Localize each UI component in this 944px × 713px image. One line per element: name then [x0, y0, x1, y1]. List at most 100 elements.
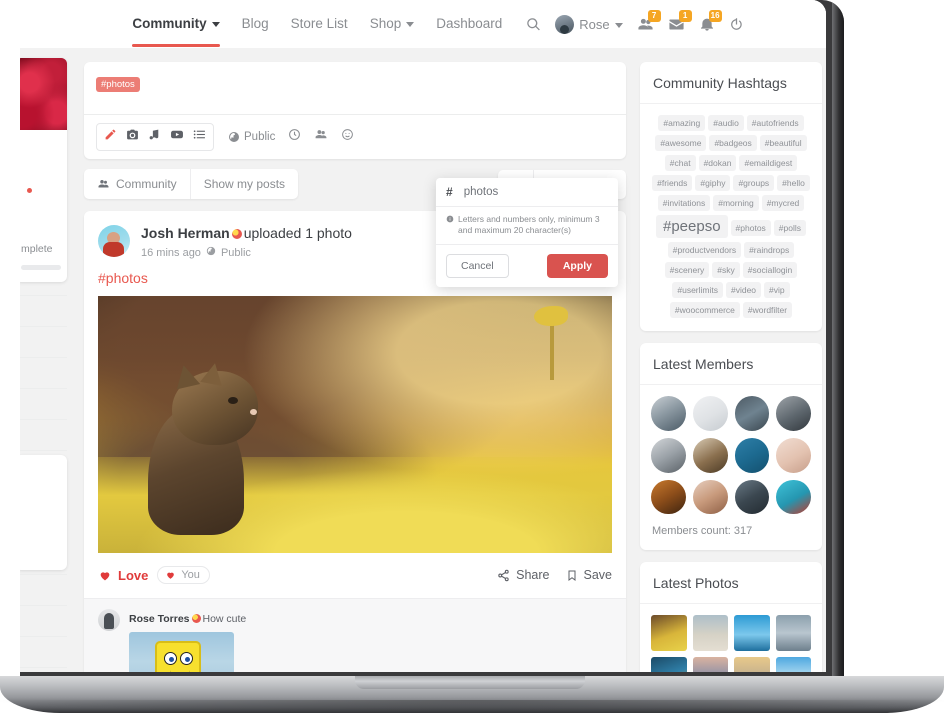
member-avatar[interactable] [651, 479, 686, 515]
music-icon[interactable] [148, 128, 161, 146]
post-title-line: Josh Herman uploaded 1 photo [141, 225, 352, 243]
hashtag-chip[interactable]: #woocommerce [669, 302, 740, 318]
hashtag-chip[interactable]: #mycred [761, 195, 805, 211]
apply-button[interactable]: Apply [546, 253, 608, 278]
member-avatar[interactable] [692, 396, 728, 431]
composer-tag-chip[interactable]: #photos [96, 77, 140, 92]
hashtag-chip[interactable]: #productvendors [667, 242, 742, 258]
left-partial-text: mplete [21, 243, 53, 255]
tab-community-label: Community [116, 177, 177, 191]
hashtag-chip[interactable]: #sky [712, 262, 740, 278]
tab-show-my-posts-label: Show my posts [203, 177, 286, 191]
pencil-icon[interactable] [104, 128, 117, 146]
messages-button[interactable]: 1 [668, 9, 692, 33]
save-button[interactable]: Save [566, 568, 613, 582]
hashtag-chip[interactable]: #morning [713, 195, 759, 211]
nav-item-shop-label: Shop [369, 16, 402, 31]
hashtag-hint-text: Letters and numbers only, minimum 3 and … [458, 214, 600, 236]
nav-item-shop[interactable]: Shop [370, 2, 415, 46]
emoji-icon[interactable] [341, 128, 354, 146]
hashtag-chip[interactable]: #beautiful [759, 135, 807, 151]
comment-gif[interactable] [129, 632, 234, 672]
nav-item-store-list[interactable]: Store List [291, 2, 348, 46]
reacted-you-chip[interactable]: You [157, 566, 210, 584]
photo-thumbnail[interactable] [734, 656, 770, 672]
hashtag-chip[interactable]: #emaildigest [739, 155, 798, 171]
user-menu[interactable]: Rose [555, 14, 623, 34]
photo-thumbnail[interactable] [651, 656, 687, 672]
members-count-label: Members count: 317 [652, 525, 753, 538]
save-label: Save [583, 568, 613, 582]
clock-icon[interactable] [288, 128, 301, 146]
photo-thumbnail[interactable] [692, 656, 728, 672]
photo-thumbnail[interactable] [734, 615, 770, 651]
comment-author[interactable]: Rose Torres [129, 613, 190, 625]
camera-icon[interactable] [126, 128, 139, 146]
cancel-button[interactable]: Cancel [446, 253, 509, 278]
member-avatar[interactable] [776, 396, 811, 431]
member-avatar[interactable] [734, 396, 770, 431]
member-avatar[interactable] [734, 437, 770, 473]
hashtag-chip[interactable]: #scenery [664, 262, 710, 278]
nav-item-dashboard[interactable]: Dashboard [436, 2, 502, 46]
tab-show-my-posts[interactable]: Show my posts [189, 169, 298, 199]
member-avatar[interactable] [692, 437, 728, 473]
hashtag-chip[interactable]: #peepso [655, 215, 728, 238]
photo-thumbnail[interactable] [692, 615, 728, 651]
hashtag-chip[interactable]: #chat [664, 155, 696, 171]
member-avatar[interactable] [776, 479, 811, 515]
share-button[interactable]: Share [497, 568, 550, 582]
hashtag-input-row[interactable]: # photos [436, 178, 618, 207]
video-icon[interactable] [170, 128, 184, 146]
member-avatar[interactable] [651, 437, 686, 473]
hashtag-chip[interactable]: #vip [764, 282, 790, 298]
laptop-base-notch [355, 676, 585, 689]
hashtag-chip[interactable]: #autofriends [746, 115, 804, 131]
photo-thumbnail[interactable] [775, 656, 811, 672]
notifications-button[interactable]: 16 [699, 10, 722, 32]
hashtag-chip[interactable]: #raindrops [744, 242, 795, 258]
member-avatar[interactable] [734, 479, 770, 515]
hashtag-chip[interactable]: #polls [773, 220, 807, 236]
tab-community[interactable]: Community [84, 169, 190, 199]
privacy-selector[interactable]: Public [228, 131, 275, 143]
post-author-name[interactable]: Josh Herman [141, 225, 230, 241]
nav-item-community[interactable]: Community [132, 2, 220, 47]
hashtag-chip[interactable]: #invitations [657, 195, 711, 211]
list-icon[interactable] [193, 128, 206, 146]
friends-button[interactable]: 7 [637, 9, 661, 33]
post-photo[interactable] [98, 296, 612, 553]
hashtag-chip[interactable]: #sociallogin [742, 262, 798, 278]
avatar[interactable] [98, 609, 120, 631]
hashtag-chip[interactable]: #awesome [655, 135, 707, 151]
hashtag-chip[interactable]: #photos [730, 220, 771, 236]
hashtag-chip[interactable]: #hello [777, 175, 810, 191]
hashtag-chip[interactable]: #userlimits [672, 282, 723, 298]
hashtag-chip[interactable]: #video [725, 282, 762, 298]
hashtag-chip[interactable]: #amazing [658, 115, 706, 131]
hashtag-chip[interactable]: #giphy [695, 175, 731, 191]
nav-item-blog[interactable]: Blog [242, 2, 269, 46]
composer-meta: Public [228, 128, 354, 146]
love-button[interactable]: Love [98, 568, 148, 583]
comment-text: How cute [202, 613, 247, 625]
hashtag-chip[interactable]: #badgeos [709, 135, 757, 151]
photo-thumbnail[interactable] [775, 615, 811, 651]
power-icon[interactable] [729, 17, 744, 32]
friends-badge: 7 [647, 9, 661, 22]
post-privacy-label: Public [220, 246, 251, 259]
hashtag-chip[interactable]: #friends [652, 175, 693, 191]
hashtag-chip[interactable]: #dokan [698, 155, 737, 171]
group-icon[interactable] [314, 128, 328, 146]
hashtag-chip[interactable]: #wordfilter [742, 302, 793, 318]
member-avatar[interactable] [776, 437, 811, 473]
photo-thumbnail[interactable] [651, 615, 687, 651]
hashtag-chip[interactable]: #groups [733, 175, 775, 191]
avatar[interactable] [98, 225, 130, 257]
member-avatar[interactable] [692, 479, 728, 515]
hashtag-input[interactable]: photos [464, 186, 499, 198]
member-avatar[interactable] [651, 396, 686, 431]
hashtag-chip[interactable]: #audio [708, 115, 744, 131]
search-icon[interactable] [526, 17, 541, 32]
composer-textarea[interactable]: #photos [84, 62, 626, 114]
